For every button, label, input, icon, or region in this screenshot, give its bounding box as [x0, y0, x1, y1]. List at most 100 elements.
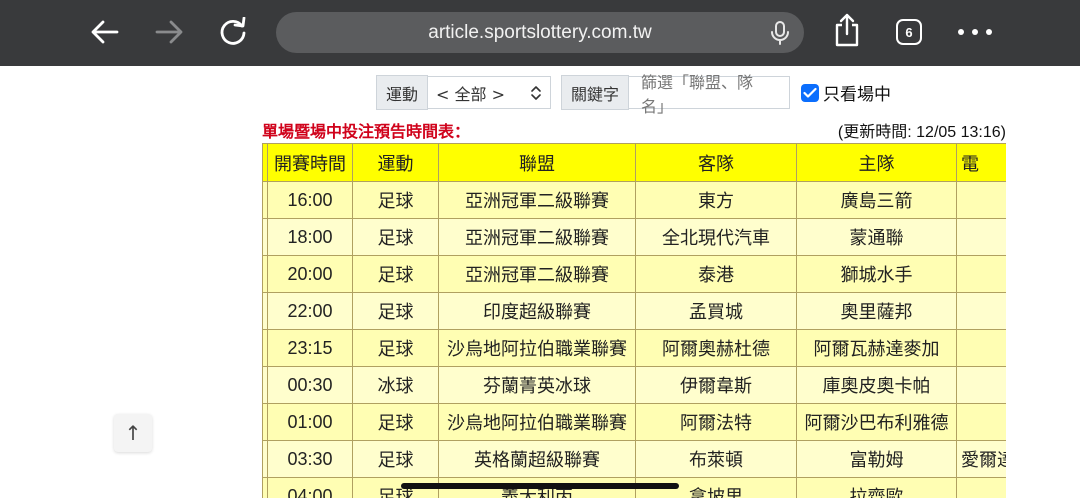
url-text: article.sportslottery.com.tw	[428, 21, 652, 43]
schedule-table-container[interactable]: 開賽時間 運動 聯盟 客隊 主隊 電 16:00 足球 亞洲冠軍二級聯賽 東方 廣島三箭…	[262, 143, 1006, 498]
schedule-table: 開賽時間 運動 聯盟 客隊 主隊 電 16:00 足球 亞洲冠軍二級聯賽 東方 廣島三箭…	[262, 143, 1006, 498]
keyword-filter: 關鍵字 篩選「聯盟、隊名」	[561, 73, 791, 116]
dot-icon	[986, 29, 992, 35]
header-tv[interactable]: 電	[956, 143, 1006, 182]
header-sport[interactable]: 運動	[352, 143, 439, 182]
table-row[interactable]: 20:00 足球 亞洲冠軍二級聯賽 泰港 獅城水手	[262, 255, 1006, 293]
cell-home-team: 奧里薩邦	[796, 292, 957, 330]
cell-away-team: 泰港	[635, 255, 797, 293]
table-row[interactable]: 22:00 足球 印度超級聯賽 孟買城 奧里薩邦	[262, 292, 1006, 330]
header-start-time[interactable]: 開賽時間	[267, 143, 353, 182]
cell-league: 亞洲冠軍二級聯賽	[438, 181, 636, 219]
sport-select[interactable]: < 全部 >	[428, 76, 552, 109]
forward-arrow-icon	[155, 20, 183, 44]
tabs-button[interactable]: 6	[896, 19, 922, 45]
cell-tv	[956, 181, 1006, 219]
cell-start-time: 03:30	[267, 440, 353, 478]
dot-icon	[972, 29, 978, 35]
address-bar[interactable]: article.sportslottery.com.tw	[276, 12, 804, 53]
cell-home-team: 富勒姆	[796, 440, 957, 478]
reload-icon	[220, 17, 246, 45]
cell-tv	[956, 477, 1006, 498]
share-button[interactable]	[829, 12, 865, 48]
cell-start-time: 20:00	[267, 255, 353, 293]
cell-league: 芬蘭菁英冰球	[438, 366, 636, 404]
cell-tv	[956, 366, 1006, 404]
cell-league: 印度超級聯賽	[438, 292, 636, 330]
cell-home-team: 拉齊歐	[796, 477, 957, 498]
home-indicator	[401, 483, 679, 489]
table-row[interactable]: 23:15 足球 沙烏地阿拉伯職業聯賽 阿爾奧赫杜德 阿爾瓦赫達麥加	[262, 329, 1006, 367]
back-button[interactable]	[87, 14, 123, 50]
sport-filter: 運動 < 全部 >	[376, 75, 552, 110]
cell-start-time: 18:00	[267, 218, 353, 256]
table-body: 16:00 足球 亞洲冠軍二級聯賽 東方 廣島三箭 18:00 足球 亞洲冠軍二級聯賽 全北現代…	[262, 181, 1006, 498]
cell-tv	[956, 403, 1006, 441]
table-row[interactable]: 00:30 冰球 芬蘭菁英冰球 伊爾韋斯 庫奧皮奧卡帕	[262, 366, 1006, 404]
header-away-team[interactable]: 客隊	[635, 143, 797, 182]
cell-away-team: 東方	[635, 181, 797, 219]
header-league[interactable]: 聯盟	[438, 143, 636, 182]
cell-league: 亞洲冠軍二級聯賽	[438, 255, 636, 293]
cell-start-time: 00:30	[267, 366, 353, 404]
cell-tv	[956, 255, 1006, 293]
cell-start-time: 16:00	[267, 181, 353, 219]
cell-start-time: 23:15	[267, 329, 353, 367]
cell-home-team: 阿爾沙巴布利雅德	[796, 403, 957, 441]
cell-start-time: 04:00	[267, 477, 353, 498]
cell-league: 沙烏地阿拉伯職業聯賽	[438, 403, 636, 441]
cell-away-team: 阿爾奧赫杜德	[635, 329, 797, 367]
more-menu-button[interactable]	[958, 22, 992, 42]
header-home-team[interactable]: 主隊	[796, 143, 957, 182]
cell-sport: 足球	[352, 329, 439, 367]
dot-icon	[958, 29, 964, 35]
updown-chevron-icon	[531, 85, 541, 100]
keyword-input[interactable]: 篩選「聯盟、隊名」	[629, 73, 791, 116]
cell-away-team: 布萊頓	[635, 440, 797, 478]
cell-home-team: 獅城水手	[796, 255, 957, 293]
page-title: 單場暨場中投注預告時間表：	[262, 122, 471, 141]
table-header-row: 開賽時間 運動 聯盟 客隊 主隊 電	[262, 143, 1006, 182]
cell-home-team: 蒙通聯	[796, 218, 957, 256]
cell-league: 沙烏地阿拉伯職業聯賽	[438, 329, 636, 367]
cell-sport: 足球	[352, 292, 439, 330]
cell-sport: 足球	[352, 403, 439, 441]
cell-tv	[956, 329, 1006, 367]
reload-button[interactable]	[215, 14, 251, 50]
forward-button[interactable]	[151, 14, 187, 50]
cell-home-team: 廣島三箭	[796, 181, 957, 219]
cell-away-team: 孟買城	[635, 292, 797, 330]
cell-start-time: 22:00	[267, 292, 353, 330]
cell-home-team: 庫奧皮奧卡帕	[796, 366, 957, 404]
cell-away-team: 阿爾法特	[635, 403, 797, 441]
table-row[interactable]: 18:00 足球 亞洲冠軍二級聯賽 全北現代汽車 蒙通聯	[262, 218, 1006, 256]
update-time: (更新時間: 12/05 13:16)	[837, 124, 1006, 141]
share-icon	[835, 13, 859, 47]
cell-start-time: 01:00	[267, 403, 353, 441]
back-arrow-icon	[91, 20, 119, 44]
only-live-toggle[interactable]: 只看場中	[801, 75, 891, 110]
cell-tv	[956, 218, 1006, 256]
cell-tv: 愛爾達	[956, 440, 1006, 478]
cell-away-team: 伊爾韋斯	[635, 366, 797, 404]
table-row[interactable]: 03:30足球英格蘭超級聯賽布萊頓富勒姆愛爾達	[262, 440, 1006, 478]
cell-away-team: 全北現代汽車	[635, 218, 797, 256]
only-live-label: 只看場中	[823, 85, 891, 105]
cell-sport: 冰球	[352, 366, 439, 404]
microphone-icon[interactable]	[770, 21, 790, 45]
cell-league: 英格蘭超級聯賽	[438, 440, 636, 478]
sport-select-value: < 全部 >	[436, 84, 506, 104]
keyword-label: 關鍵字	[561, 75, 630, 110]
scroll-to-top-button[interactable]: ↑	[114, 414, 152, 452]
checkmark-icon	[803, 87, 817, 98]
cell-home-team: 阿爾瓦赫達麥加	[796, 329, 957, 367]
table-row[interactable]: 01:00 足球 沙烏地阿拉伯職業聯賽 阿爾法特 阿爾沙巴布利雅德	[262, 403, 1006, 441]
cell-sport: 足球	[352, 255, 439, 293]
only-live-checkbox[interactable]	[801, 83, 819, 102]
cell-tv	[956, 292, 1006, 330]
cell-league: 亞洲冠軍二級聯賽	[438, 218, 636, 256]
cell-sport: 足球	[352, 181, 439, 219]
cell-sport: 足球	[352, 440, 439, 478]
table-row[interactable]: 16:00 足球 亞洲冠軍二級聯賽 東方 廣島三箭	[262, 181, 1006, 219]
sport-label: 運動	[376, 75, 429, 110]
